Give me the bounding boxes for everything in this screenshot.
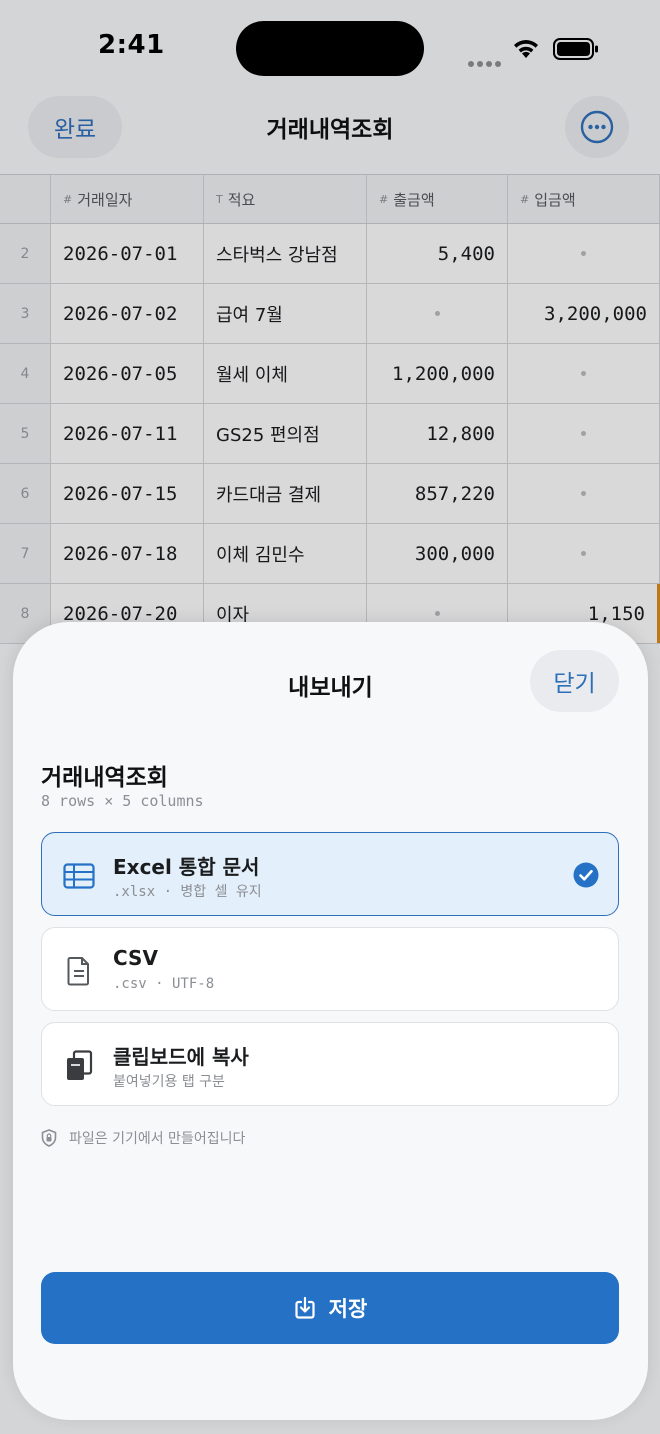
close-button[interactable]: 닫기 xyxy=(530,650,619,712)
document-title: 거래내역조회 xyxy=(41,765,168,791)
option-label: Excel 통합 문서 xyxy=(113,855,260,879)
option-subtitle: 붙여넣기용 탭 구분 xyxy=(113,1074,225,1090)
option-label: CSV xyxy=(113,946,158,970)
note-text: 파일은 기기에서 만들어집니다 xyxy=(69,1131,246,1147)
document-meta: 8 rows × 5 columns xyxy=(41,792,204,810)
table-icon xyxy=(62,859,96,893)
checkmark-circle-icon xyxy=(573,862,599,888)
save-download-icon xyxy=(295,1296,315,1319)
option-subtitle: .xlsx · 병합 셀 유지 xyxy=(113,884,262,900)
export-option-csv[interactable]: CSV .csv · UTF-8 xyxy=(41,927,619,1011)
privacy-note: 파일은 기기에서 만들어집니다 xyxy=(41,1128,245,1148)
option-subtitle: .csv · UTF-8 xyxy=(113,976,215,992)
shield-lock-icon xyxy=(41,1129,57,1147)
document-icon xyxy=(62,954,96,988)
export-option-excel[interactable]: Excel 통합 문서 .xlsx · 병합 셀 유지 xyxy=(41,832,619,916)
save-label: 저장 xyxy=(328,1297,368,1321)
clipboard-copy-icon xyxy=(62,1049,96,1083)
export-sheet: 내보내기 닫기 거래내역조회 8 rows × 5 columns Excel … xyxy=(13,622,648,1420)
option-label: 클립보드에 복사 xyxy=(113,1045,249,1069)
export-option-clipboard[interactable]: 클립보드에 복사 붙여넣기용 탭 구분 xyxy=(41,1022,619,1106)
save-button[interactable]: 저장 xyxy=(41,1272,619,1344)
